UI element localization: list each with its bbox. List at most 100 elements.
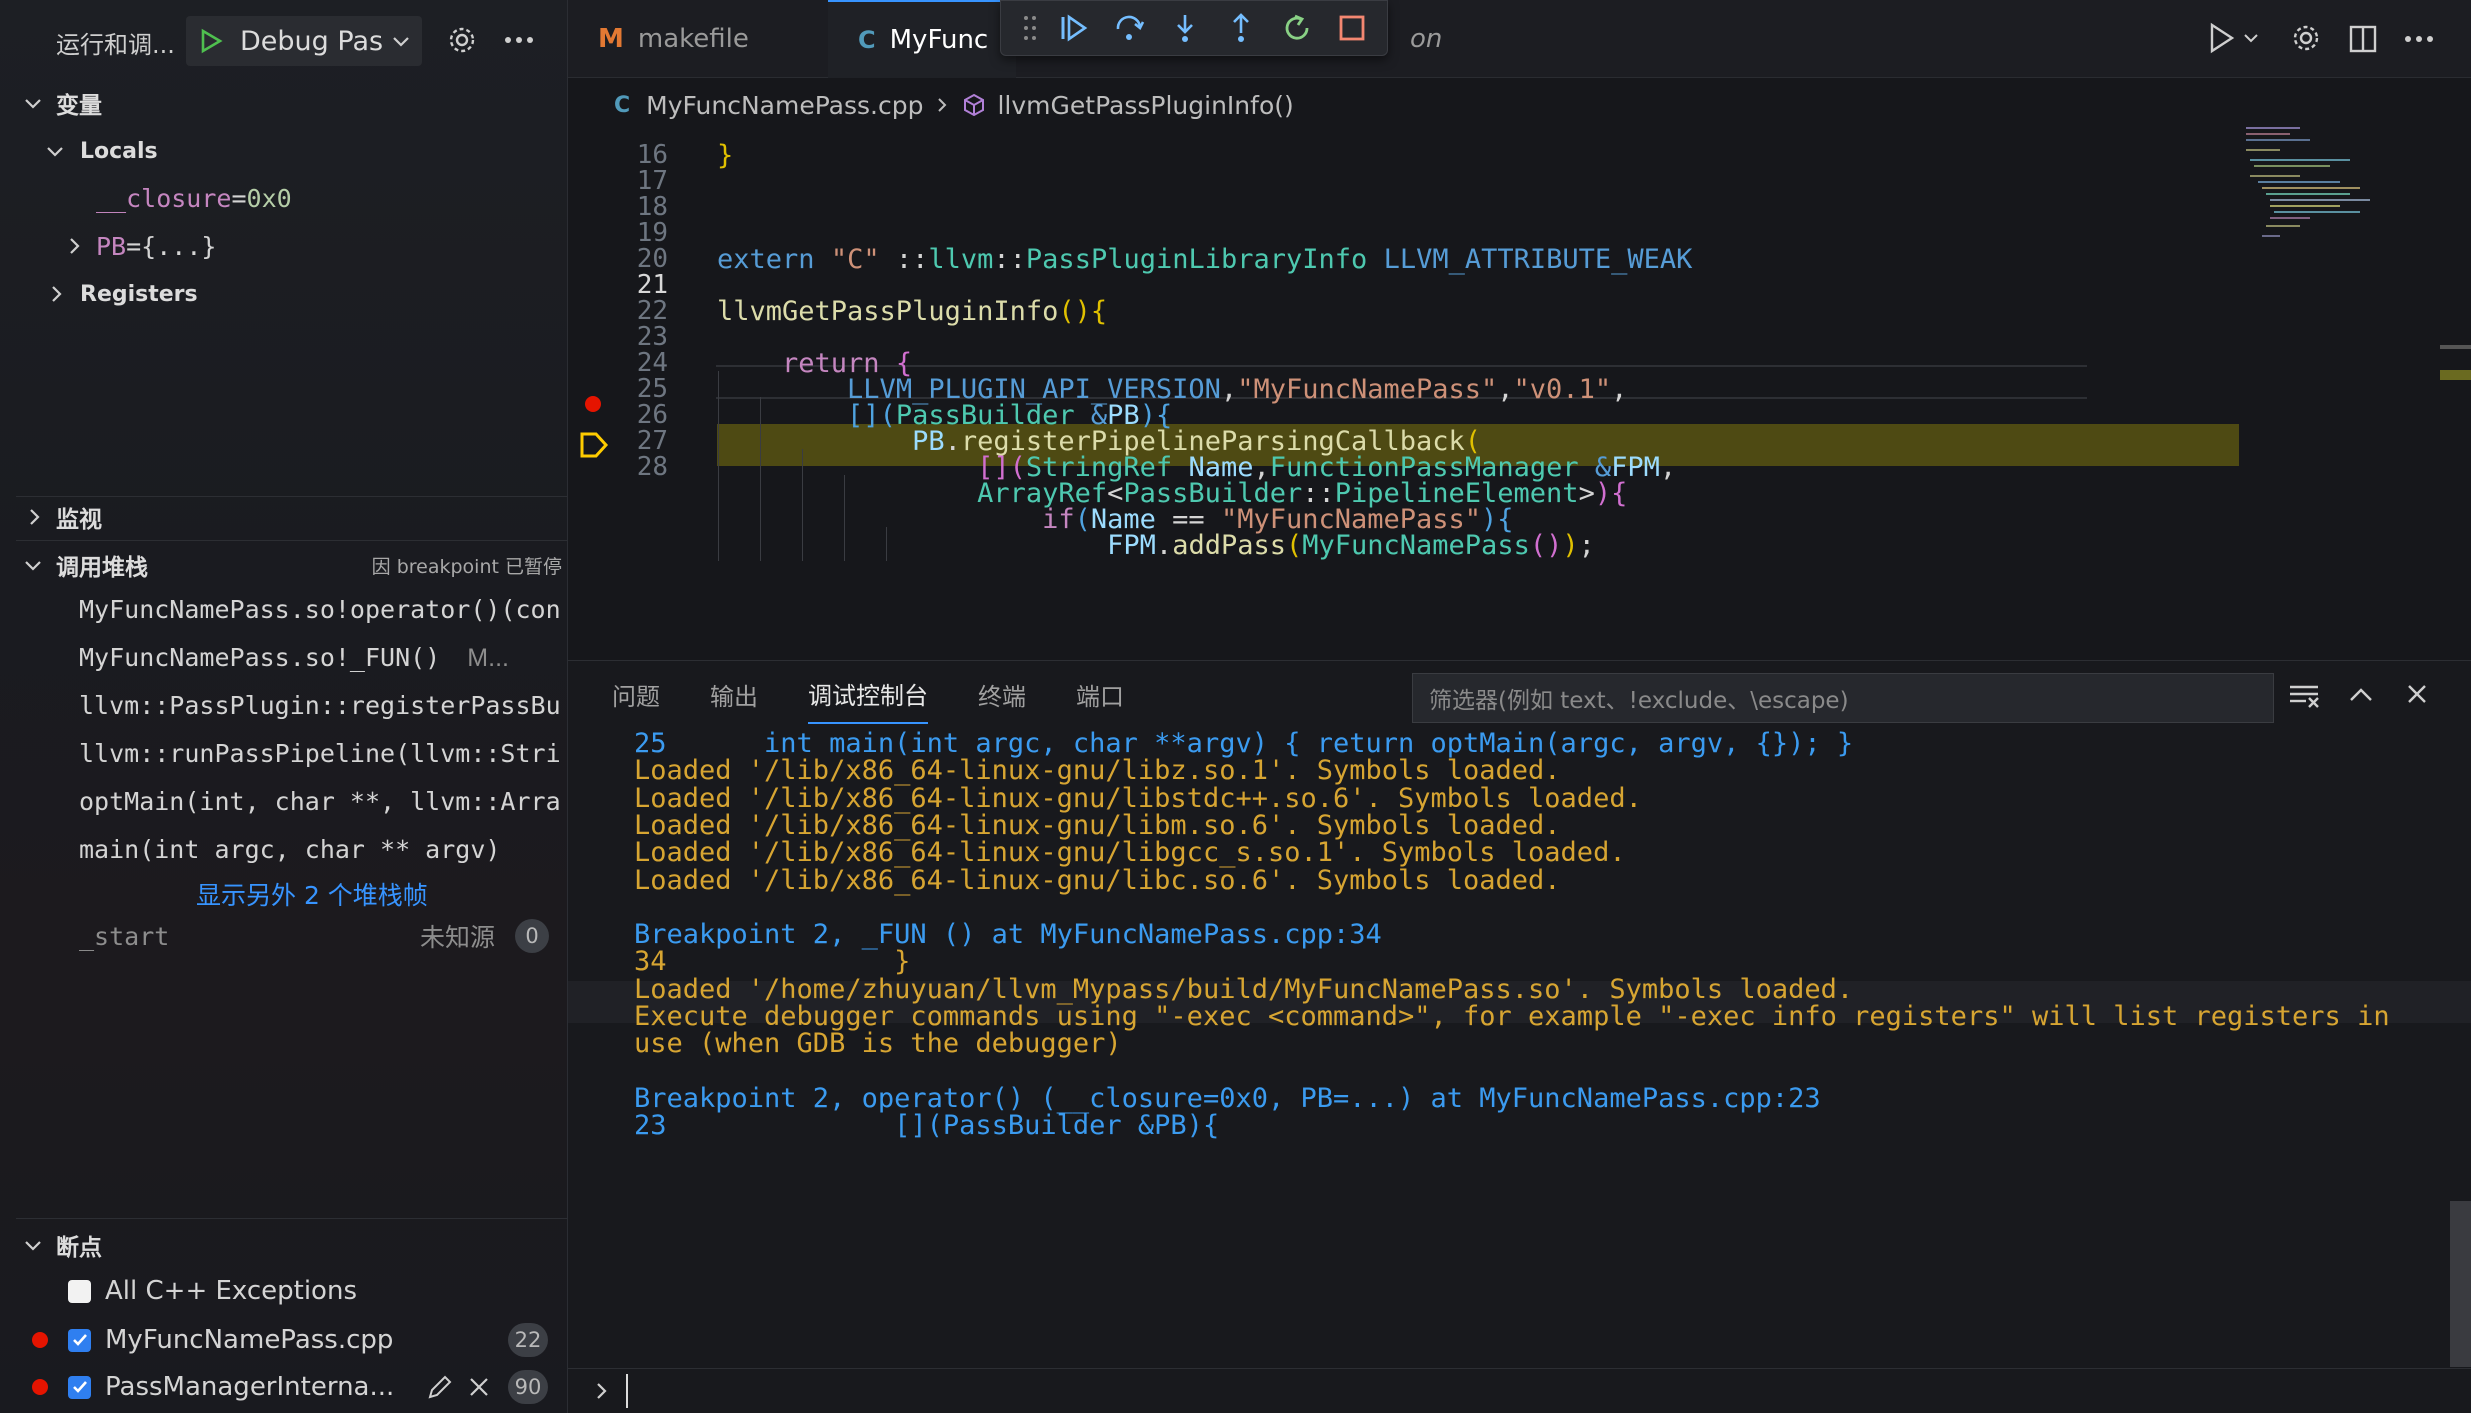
- debug-config-label: Debug Pas: [240, 25, 384, 57]
- frame-label: MyFuncNamePass.so!operator()(con: [79, 595, 561, 624]
- chevron-down-icon: [22, 92, 44, 114]
- tab-debug-console[interactable]: 调试控制台: [808, 664, 928, 724]
- tab-terminal[interactable]: 终端: [978, 664, 1026, 724]
- breadcrumb-file[interactable]: MyFuncNamePass.cpp: [646, 91, 923, 120]
- drag-handle-icon[interactable]: [1023, 14, 1037, 42]
- tab-problems[interactable]: 问题: [612, 664, 660, 724]
- callstack-header: 调用堆栈: [56, 555, 148, 581]
- show-more-frames-link[interactable]: 显示另外 2 个堆栈帧: [196, 876, 428, 912]
- registers-scope[interactable]: Registers: [46, 278, 198, 310]
- stack-frame[interactable]: llvm::runPassPipeline(llvm::Stri: [79, 739, 568, 768]
- section-divider: [16, 496, 568, 497]
- run-debug-dropdown-icon[interactable]: [2202, 20, 2260, 56]
- tab-myfuncnamepass[interactable]: C MyFunc: [828, 0, 1017, 78]
- variable-name: __closure: [96, 183, 232, 213]
- tab-makefile[interactable]: M makefile: [568, 0, 828, 78]
- step-into-icon[interactable]: [1169, 12, 1201, 44]
- console-line: Loaded '/lib/x86_64-linux-gnu/libc.so.6'…: [634, 864, 1561, 896]
- tab-overflow[interactable]: on: [1382, 0, 1470, 78]
- breakpoint-item[interactable]: All C++ Exceptions: [68, 1274, 357, 1308]
- paused-status: 因 breakpoint 已暂停: [371, 555, 562, 578]
- breakpoint-dot-icon: [32, 1379, 48, 1395]
- line-badge: 22: [508, 1323, 548, 1357]
- close-icon[interactable]: [468, 1376, 490, 1398]
- input-divider: [568, 1368, 2471, 1369]
- tab-label: makefile: [637, 23, 749, 54]
- stack-frame[interactable]: MyFuncNamePass.so!operator()(con: [79, 595, 568, 624]
- indent-guide: [802, 449, 803, 561]
- chevron-down-icon: [22, 1234, 44, 1256]
- tab-label: on: [1410, 23, 1443, 54]
- variable-value: {...}: [141, 231, 217, 261]
- console-input[interactable]: [592, 1374, 628, 1408]
- stack-frame[interactable]: optMain(int, char **, llvm::Arra: [79, 787, 568, 816]
- debug-toolbar: [1000, 0, 1388, 56]
- indent-guide: [844, 475, 845, 561]
- variables-header: 变量: [56, 93, 102, 119]
- scrollbar-marker: [2440, 370, 2471, 380]
- breakpoint-item[interactable]: PassManagerInterna... 90: [32, 1369, 548, 1405]
- stack-frame[interactable]: llvm::PassPlugin::registerPassBu: [79, 691, 568, 720]
- breakpoints-section-header[interactable]: 断点: [22, 1230, 102, 1261]
- makefile-icon: M: [598, 23, 624, 54]
- checkbox[interactable]: [68, 1375, 91, 1399]
- section-divider: [16, 1218, 568, 1219]
- split-editor-icon[interactable]: [2348, 24, 2378, 54]
- more-actions-icon[interactable]: [504, 36, 534, 44]
- stack-frame[interactable]: MyFuncNamePass.so!_FUN() M...: [79, 643, 568, 673]
- maximize-panel-icon[interactable]: [2348, 685, 2374, 705]
- console-scrollbar[interactable]: [2450, 1201, 2471, 1367]
- chevron-down-icon: [22, 554, 44, 576]
- chevron-right-icon: [24, 507, 44, 527]
- locals-scope[interactable]: Locals: [44, 136, 158, 166]
- tab-label: 问题: [612, 682, 660, 711]
- code-line: }: [717, 140, 734, 171]
- watch-section-header[interactable]: 监视: [24, 502, 102, 533]
- tab-ports[interactable]: 端口: [1076, 664, 1124, 724]
- callstack-section-header[interactable]: 调用堆栈 因 breakpoint 已暂停: [22, 550, 562, 581]
- clear-console-icon[interactable]: [2288, 683, 2320, 709]
- minimap[interactable]: [2240, 120, 2420, 270]
- chevron-right-icon: [46, 284, 66, 304]
- close-panel-icon[interactable]: [2406, 683, 2428, 705]
- step-out-icon[interactable]: [1225, 12, 1257, 44]
- more-actions-icon[interactable]: [2404, 35, 2434, 43]
- breadcrumb: C MyFuncNamePass.cpp llvmGetPassPluginIn…: [568, 80, 2468, 130]
- chevron-right-icon[interactable]: [64, 236, 84, 256]
- code-line: llvmGetPassPluginInfo(){: [717, 296, 1108, 327]
- tab-label: MyFunc: [889, 24, 989, 55]
- breadcrumb-symbol[interactable]: llvmGetPassPluginInfo(): [997, 91, 1293, 120]
- debug-config-select[interactable]: Debug Pas: [186, 16, 422, 66]
- frame-badge: 0: [515, 919, 549, 953]
- variables-section-header[interactable]: 变量: [22, 88, 102, 119]
- stack-frame-start[interactable]: _start 未知源 0: [79, 916, 549, 956]
- tab-label: 端口: [1076, 682, 1124, 711]
- gear-icon[interactable]: [446, 24, 478, 56]
- tab-output[interactable]: 输出: [710, 664, 758, 724]
- registers-label: Registers: [80, 281, 198, 307]
- console-filter-input[interactable]: 筛选器(例如 text、!exclude、\escape): [1412, 673, 2274, 723]
- variable-pb[interactable]: PB = {...}: [64, 230, 216, 262]
- continue-icon[interactable]: [1057, 12, 1089, 44]
- checkbox[interactable]: [68, 1328, 91, 1352]
- breakpoint-item[interactable]: MyFuncNamePass.cpp 22: [32, 1322, 548, 1358]
- settings-gear-icon[interactable]: [2290, 22, 2322, 54]
- start-debugging-icon[interactable]: [198, 28, 224, 54]
- edit-icon[interactable]: [426, 1373, 454, 1401]
- frame-label: llvm::PassPlugin::registerPassBu: [79, 691, 561, 720]
- console-line: 23 [](PassBuilder &PB){: [634, 1110, 1220, 1142]
- code-line: extern "C" ::llvm::PassPluginLibraryInfo…: [717, 244, 1693, 275]
- breakpoint-dot-icon[interactable]: [585, 396, 601, 412]
- chevron-down-icon: [391, 31, 411, 51]
- indent-guide: [886, 527, 887, 561]
- tab-label: 输出: [710, 682, 758, 711]
- restart-icon[interactable]: [1281, 12, 1313, 44]
- step-over-icon[interactable]: [1113, 12, 1145, 44]
- variable-closure[interactable]: __closure = 0x0: [96, 182, 292, 214]
- stop-icon[interactable]: [1337, 13, 1367, 43]
- checkbox[interactable]: [68, 1279, 91, 1303]
- code-editor[interactable]: 16 17 18 19 20 21 22 23 24 25 26 27 28 } extern "C" …: [568, 135, 2468, 655]
- debug-sidebar: 运行和调... Debug Pas 变量 Locals __closure = …: [0, 0, 568, 1413]
- frame-label: llvm::runPassPipeline(llvm::Stri: [79, 739, 561, 768]
- stack-frame[interactable]: main(int argc, char ** argv): [79, 835, 568, 864]
